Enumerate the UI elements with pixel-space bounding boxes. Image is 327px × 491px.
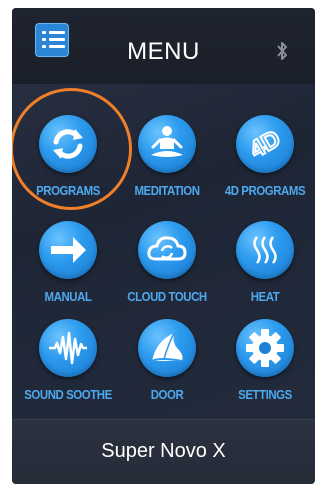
heat-waves-icon — [236, 221, 294, 279]
menu-item-settings[interactable]: SETTINGS — [215, 319, 315, 402]
app-screen: MENU PROGRAMS MEDITATION 4D 4D PROGRAMS … — [12, 8, 315, 484]
menu-item-label: DOOR — [150, 387, 184, 402]
menu-item-label: MANUAL — [44, 289, 92, 304]
svg-text:4D: 4D — [245, 125, 285, 164]
menu-item-label: SETTINGS — [238, 387, 292, 402]
page-title: MENU — [127, 38, 200, 65]
meditation-person-icon — [138, 115, 196, 173]
door-shell-icon — [138, 319, 196, 377]
menu-item-meditation[interactable]: MEDITATION — [117, 115, 217, 198]
menu-item-heat[interactable]: HEAT — [215, 221, 315, 304]
menu-item-label: CLOUD TOUCH — [127, 289, 207, 304]
menu-item-door[interactable]: DOOR — [117, 319, 217, 402]
menu-item-label: PROGRAMS — [36, 183, 100, 198]
device-footer[interactable]: Super Novo X — [12, 419, 315, 484]
menu-item-programs[interactable]: PROGRAMS — [12, 88, 132, 210]
menu-item-4d-programs[interactable]: 4D 4D PROGRAMS — [215, 115, 315, 198]
arrow-right-icon — [39, 221, 97, 279]
4d-icon: 4D — [236, 115, 294, 173]
menu-item-label: HEAT — [250, 289, 280, 304]
menu-item-sound-soothe[interactable]: SOUND SOOTHE — [18, 319, 118, 402]
menu-item-manual[interactable]: MANUAL — [18, 221, 118, 304]
menu-item-label: 4D PROGRAMS — [224, 183, 306, 198]
sound-wave-icon — [39, 319, 97, 377]
refresh-arrows-icon — [39, 115, 97, 173]
device-name: Super Novo X — [101, 440, 226, 462]
menu-item-label: SOUND SOOTHE — [24, 387, 112, 402]
bluetooth-icon — [277, 42, 287, 60]
menu-item-label: MEDITATION — [134, 183, 200, 198]
header-bar: MENU — [12, 8, 315, 84]
cloud-icon — [138, 221, 196, 279]
gear-icon — [236, 319, 294, 377]
menu-item-cloud-touch[interactable]: CLOUD TOUCH — [117, 221, 217, 304]
